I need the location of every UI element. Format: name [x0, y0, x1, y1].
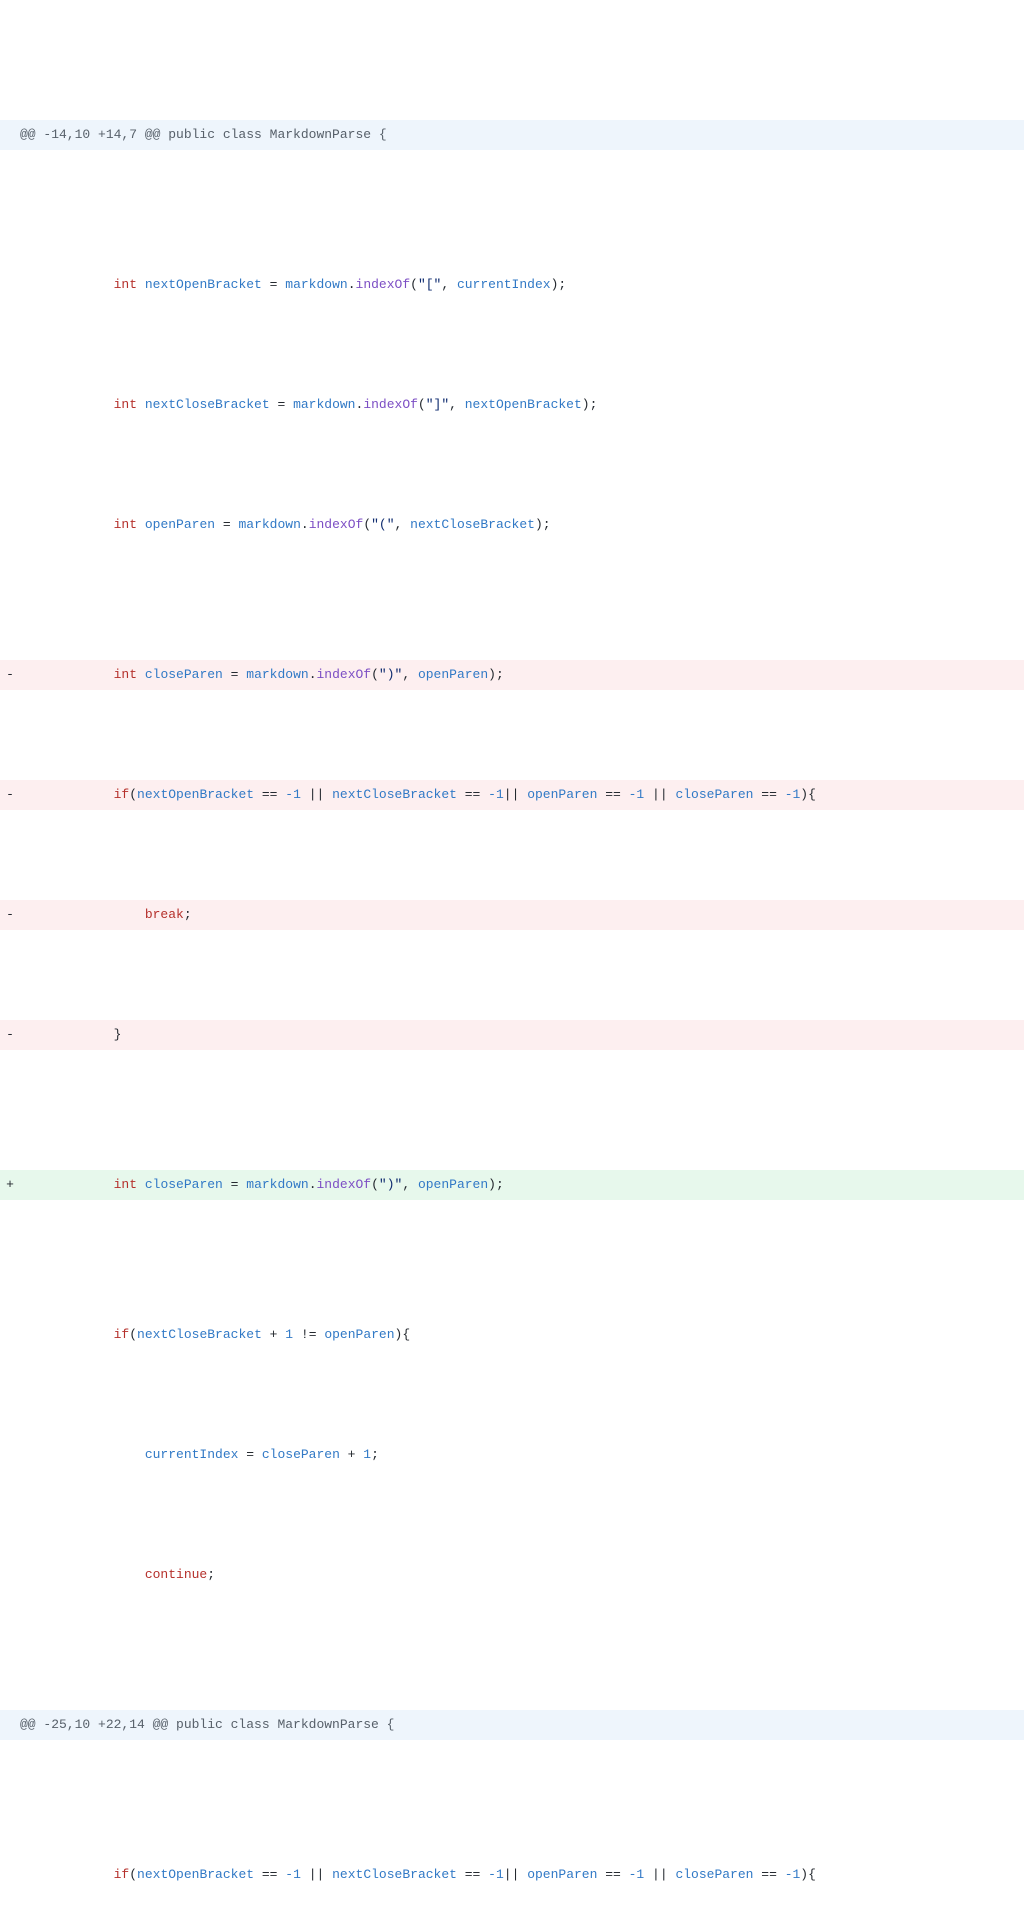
- code: if(nextOpenBracket == -1 || nextCloseBra…: [20, 780, 1024, 810]
- code: int openParen = markdown.indexOf("(", ne…: [20, 510, 1024, 540]
- minus-gutter: -: [0, 1020, 20, 1050]
- diff-line: if(nextOpenBracket == -1 || nextCloseBra…: [0, 1860, 1024, 1890]
- code: int closeParen = markdown.indexOf(")", o…: [20, 660, 1024, 690]
- hunk-header: @@ -25,10 +22,14 @@ public class Markdow…: [0, 1710, 1024, 1740]
- gutter: [0, 1710, 20, 1740]
- diff-line-deleted: - if(nextOpenBracket == -1 || nextCloseB…: [0, 780, 1024, 810]
- code: int closeParen = markdown.indexOf(")", o…: [20, 1170, 1024, 1200]
- diff-line-deleted: - int closeParen = markdown.indexOf(")",…: [0, 660, 1024, 690]
- code: if(nextCloseBracket + 1 != openParen){: [20, 1320, 1024, 1350]
- diff-line: continue;: [0, 1560, 1024, 1590]
- diff-line: int nextCloseBracket = markdown.indexOf(…: [0, 390, 1024, 420]
- code: currentIndex = closeParen + 1;: [20, 1440, 1024, 1470]
- hunk-text: @@ -25,10 +22,14 @@ public class Markdow…: [20, 1710, 1024, 1740]
- minus-gutter: -: [0, 900, 20, 930]
- code: int nextOpenBracket = markdown.indexOf("…: [20, 270, 1024, 300]
- hunk-header: @@ -14,10 +14,7 @@ public class Markdown…: [0, 120, 1024, 150]
- minus-gutter: -: [0, 780, 20, 810]
- diff-view: @@ -14,10 +14,7 @@ public class Markdown…: [0, 0, 1024, 1922]
- code: }: [20, 1020, 1024, 1050]
- gutter: [0, 120, 20, 150]
- diff-line: currentIndex = closeParen + 1;: [0, 1440, 1024, 1470]
- hunk-text: @@ -14,10 +14,7 @@ public class Markdown…: [20, 120, 1024, 150]
- diff-line-deleted: - }: [0, 1020, 1024, 1050]
- code: if(nextOpenBracket == -1 || nextCloseBra…: [20, 1860, 1024, 1890]
- minus-gutter: -: [0, 660, 20, 690]
- code: continue;: [20, 1560, 1024, 1590]
- diff-line-deleted: - break;: [0, 900, 1024, 930]
- code: int nextCloseBracket = markdown.indexOf(…: [20, 390, 1024, 420]
- plus-gutter: +: [0, 1170, 20, 1200]
- diff-line: int openParen = markdown.indexOf("(", ne…: [0, 510, 1024, 540]
- diff-line-added: + int closeParen = markdown.indexOf(")",…: [0, 1170, 1024, 1200]
- diff-line: int nextOpenBracket = markdown.indexOf("…: [0, 270, 1024, 300]
- diff-line: if(nextCloseBracket + 1 != openParen){: [0, 1320, 1024, 1350]
- code: break;: [20, 900, 1024, 930]
